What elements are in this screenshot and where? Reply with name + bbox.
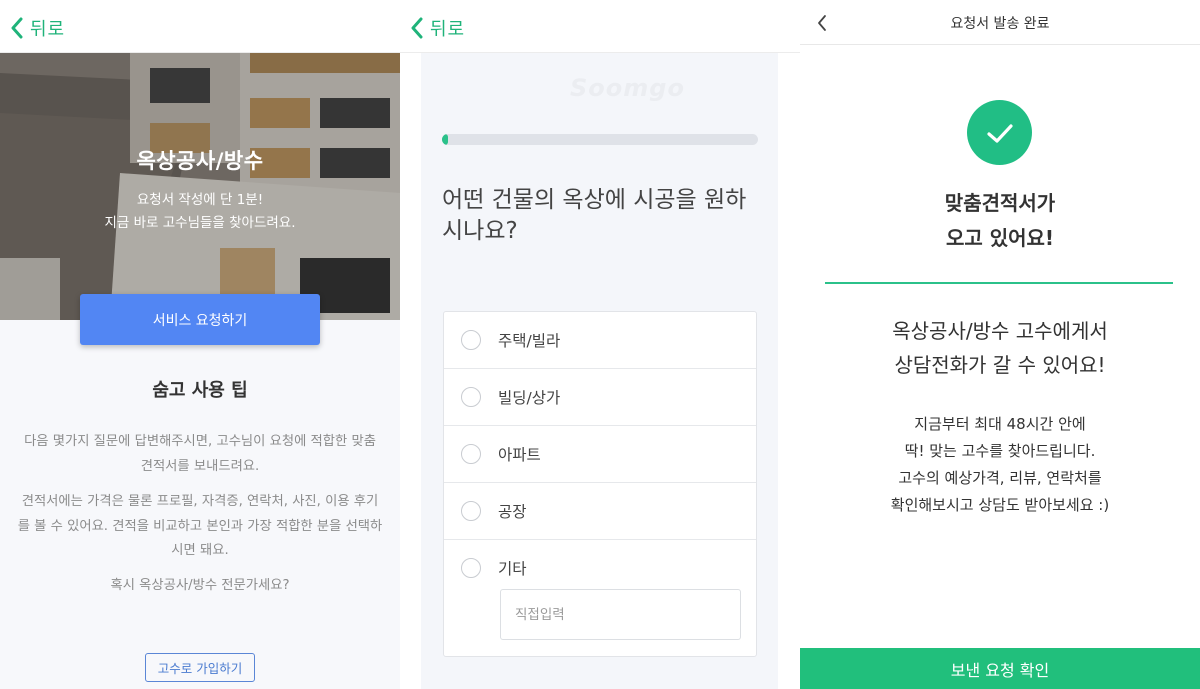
option-apartment[interactable]: 아파트 bbox=[444, 426, 756, 483]
hero-title: 옥상공사/방수 bbox=[136, 149, 264, 173]
option-label: 빌딩/상가 bbox=[498, 389, 561, 407]
check-icon bbox=[967, 100, 1032, 165]
option-other[interactable]: 기타 bbox=[444, 539, 756, 596]
option-label: 공장 bbox=[498, 503, 527, 521]
radio-icon[interactable] bbox=[461, 330, 481, 350]
message-line2: 상담전화가 갈 수 있어요! bbox=[894, 353, 1106, 377]
hero-image: 옥상공사/방수 요청서 작성에 단 1분! 지금 바로 고수님들을 찾아드려요. bbox=[0, 53, 400, 320]
radio-icon[interactable] bbox=[461, 557, 481, 578]
heading-line2: 오고 있어요! bbox=[945, 226, 1055, 250]
info-line2: 딱! 맞는 고수를 찾아드립니다. bbox=[904, 442, 1096, 460]
hero-subtitle-line2: 지금 바로 고수님들을 찾아드려요. bbox=[104, 215, 296, 231]
info-line1: 지금부터 최대 48시간 안에 bbox=[914, 415, 1086, 433]
join-as-pro-button[interactable]: 고수로 가입하기 bbox=[145, 653, 255, 682]
radio-icon[interactable] bbox=[461, 444, 481, 464]
progress-fill bbox=[442, 134, 449, 145]
direct-input-field[interactable] bbox=[500, 589, 741, 640]
confirm-request-button[interactable]: 보낸 요청 확인 bbox=[800, 648, 1200, 689]
service-intro-screen: 뒤로 옥상공사/방수 요청서 작성에 단 1분! 지금 바로 고수님들을 찾아드… bbox=[0, 0, 400, 689]
question-text: 어떤 건물의 옥상에 시공을 원하시나요? bbox=[442, 187, 747, 244]
option-factory[interactable]: 공장 bbox=[444, 483, 756, 540]
hero-overlay bbox=[0, 53, 400, 320]
option-building-shop[interactable]: 빌딩/상가 bbox=[444, 369, 756, 426]
back-label: 뒤로 bbox=[30, 19, 66, 40]
back-button[interactable]: 뒤로 bbox=[10, 14, 65, 42]
tip-2: 견적서에는 가격은 물론 프로필, 자격증, 연락처, 사진, 이용 후기를 볼… bbox=[17, 494, 383, 558]
question-screen: 뒤로 Soomgo 어떤 건물의 옥상에 시공을 원하시나요? 주택/빌라 빌딩… bbox=[400, 0, 800, 689]
info-line4: 확인해보시고 상담도 받아보세요 :) bbox=[890, 496, 1110, 514]
back-button[interactable]: 뒤로 bbox=[410, 14, 465, 42]
heading: 맞춤견적서가 오고 있어요! bbox=[800, 186, 1200, 256]
info-line3: 고수의 예상가격, 리뷰, 연락처를 bbox=[898, 469, 1102, 487]
heading-line1: 맞춤견적서가 bbox=[944, 191, 1056, 215]
request-sent-screen: 요청서 발송 완료 맞춤견적서가 오고 있어요! 옥상공사/방수 고수에게서 상… bbox=[800, 0, 1200, 689]
option-label: 기타 bbox=[498, 559, 527, 578]
message-line1: 옥상공사/방수 고수에게서 bbox=[892, 319, 1108, 343]
top-bar: 뒤로 bbox=[0, 0, 400, 53]
chevron-left-icon bbox=[11, 17, 23, 39]
request-service-button[interactable]: 서비스 요청하기 bbox=[80, 294, 320, 345]
option-label: 주택/빌라 bbox=[498, 332, 561, 350]
page-title: 요청서 발송 완료 bbox=[950, 16, 1050, 32]
divider bbox=[825, 282, 1173, 284]
option-house-villa[interactable]: 주택/빌라 bbox=[444, 312, 756, 369]
back-label: 뒤로 bbox=[430, 19, 466, 40]
info-text: 지금부터 최대 48시간 안에 딱! 맞는 고수를 찾아드립니다. 고수의 예상… bbox=[800, 411, 1200, 519]
hero-subtitle-line1: 요청서 작성에 단 1분! bbox=[136, 192, 264, 208]
progress-bar bbox=[442, 134, 758, 145]
tip-1: 다음 몇가지 질문에 답변해주시면, 고수님이 요청에 적합한 맞춤 견적서를 … bbox=[24, 434, 376, 474]
options-list: 주택/빌라 빌딩/상가 아파트 공장 기타 bbox=[443, 311, 757, 657]
tips-title: 숨고 사용 팁 bbox=[152, 380, 248, 401]
top-bar: 뒤로 bbox=[400, 0, 800, 53]
chevron-left-icon bbox=[411, 17, 423, 39]
brand-watermark: Soomgo bbox=[570, 74, 685, 102]
option-label: 아파트 bbox=[498, 446, 541, 464]
checkmark-glyph bbox=[986, 123, 1013, 143]
top-bar: 요청서 발송 완료 bbox=[800, 0, 1200, 45]
radio-icon[interactable] bbox=[461, 501, 481, 521]
tip-3: 혹시 옥상공사/방수 전문가세요? bbox=[110, 578, 290, 593]
message: 옥상공사/방수 고수에게서 상담전화가 갈 수 있어요! bbox=[800, 314, 1200, 382]
radio-icon[interactable] bbox=[461, 387, 481, 407]
